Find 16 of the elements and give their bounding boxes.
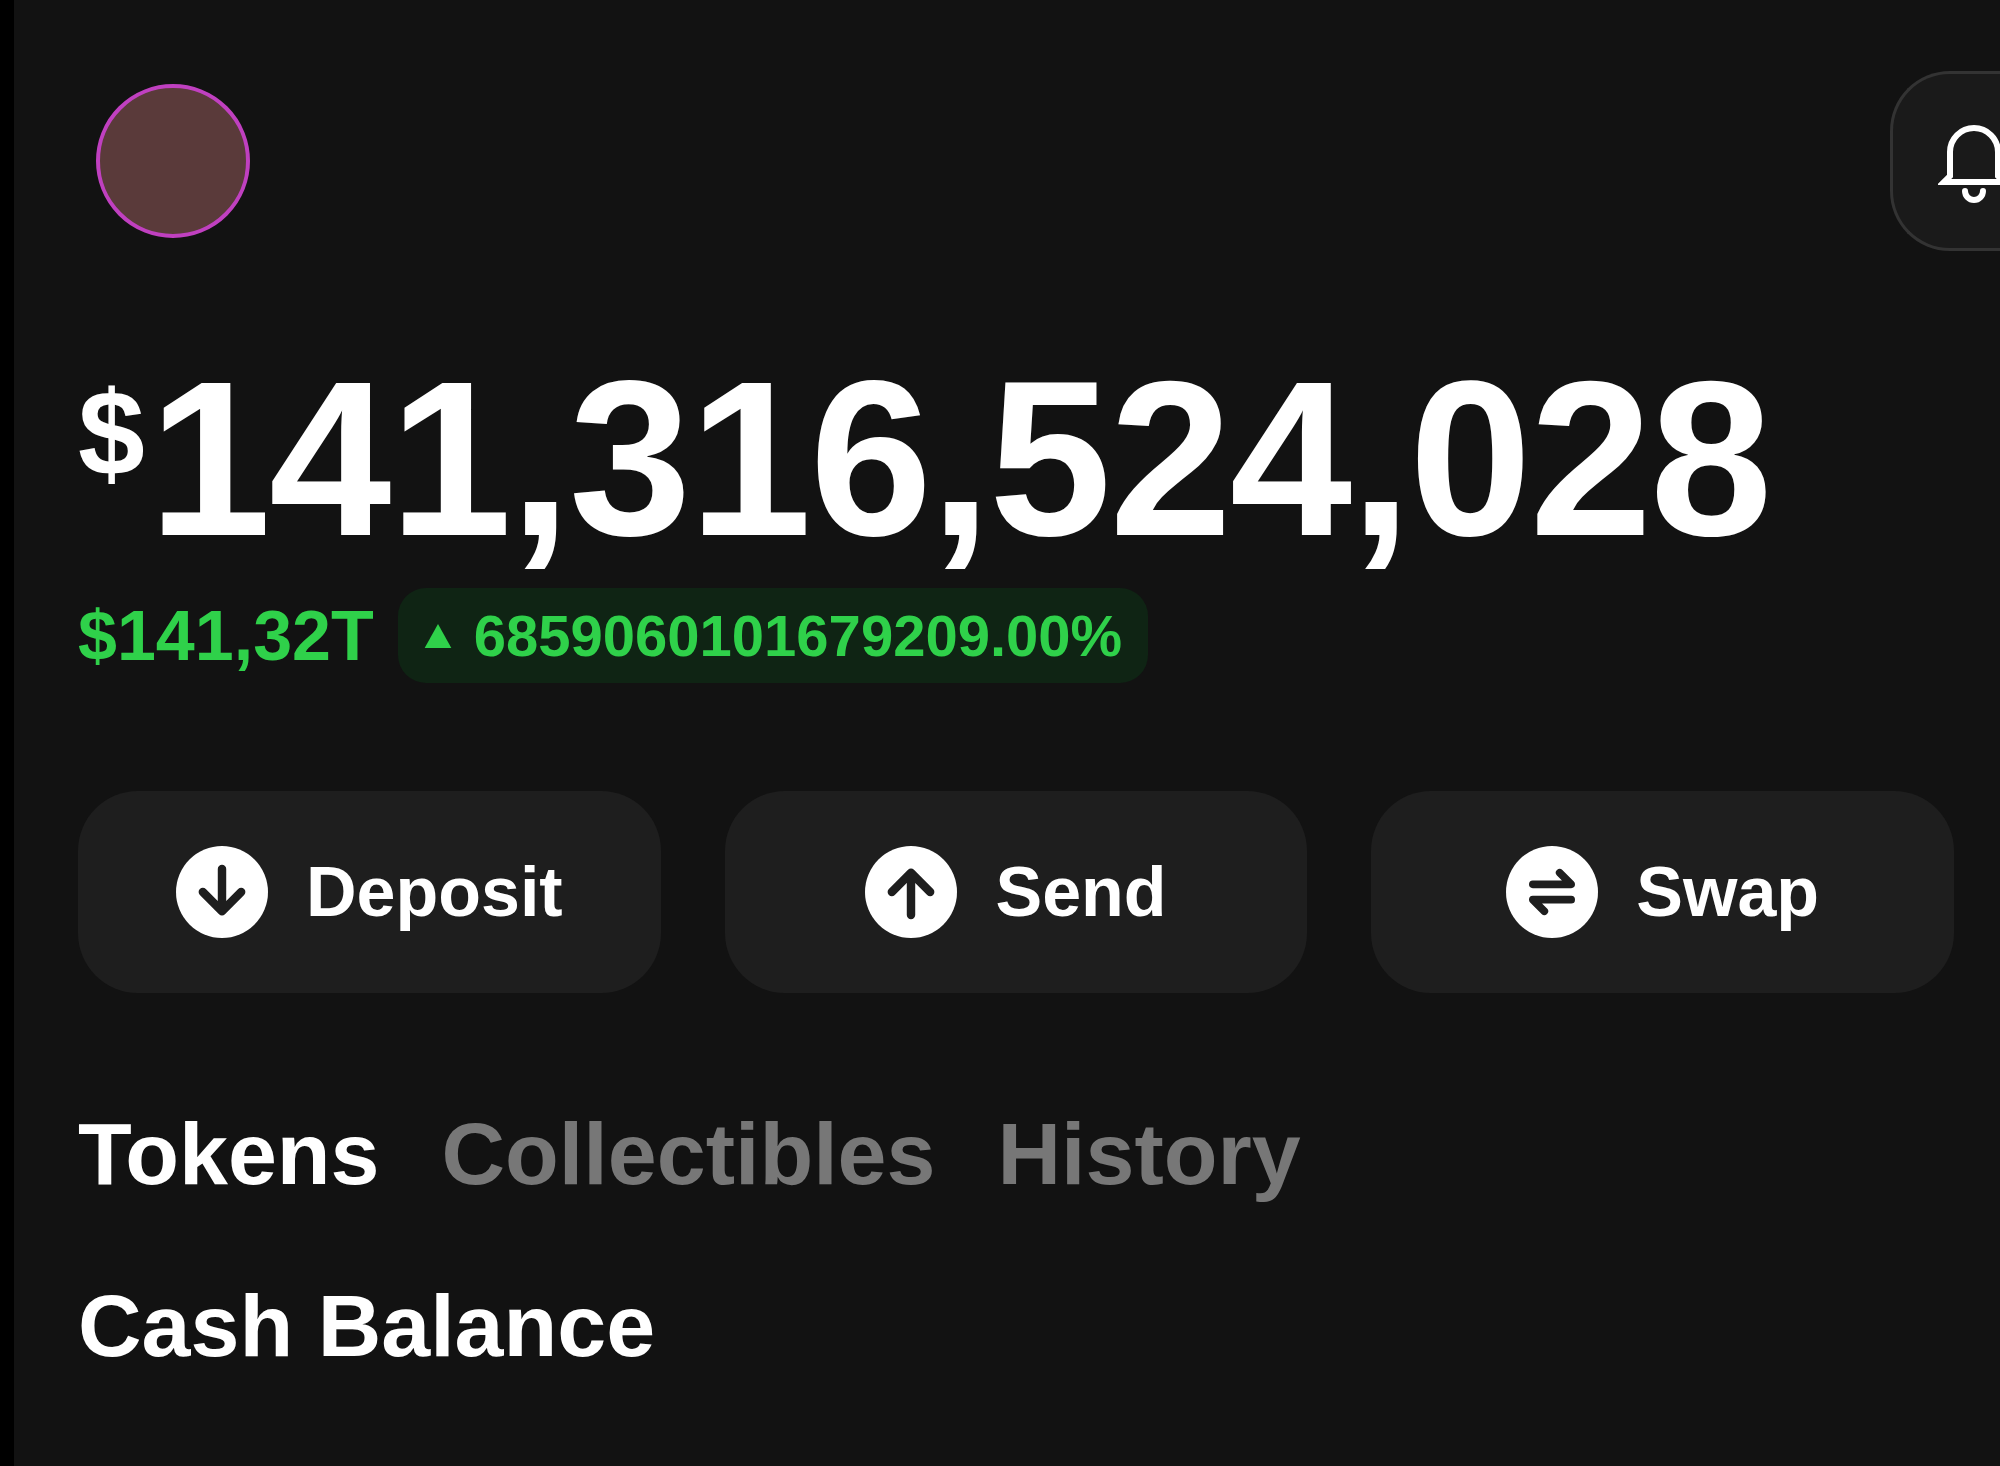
swap-button[interactable]: Swap [1371, 791, 1954, 993]
deposit-button[interactable]: Deposit [78, 791, 661, 993]
swap-arrows-icon [1506, 846, 1599, 938]
arrow-up-icon [865, 846, 958, 938]
change-percent: 6859060101679209.00% [473, 602, 1123, 669]
send-button[interactable]: Send [724, 791, 1308, 993]
balance-amount: 141,316,524,028 [148, 335, 1771, 584]
currency-symbol: $ [78, 373, 145, 493]
notifications-button[interactable] [1890, 70, 2000, 251]
section-title: Cash Balance [78, 1275, 657, 1377]
arrow-down-icon [176, 846, 268, 938]
tab[interactable]: Tokens [78, 1103, 380, 1205]
tab[interactable]: Collectibles [441, 1103, 936, 1205]
tab[interactable]: History [997, 1103, 1301, 1205]
change-value: $141,32T [78, 595, 374, 676]
triangle-up-icon [423, 623, 452, 648]
